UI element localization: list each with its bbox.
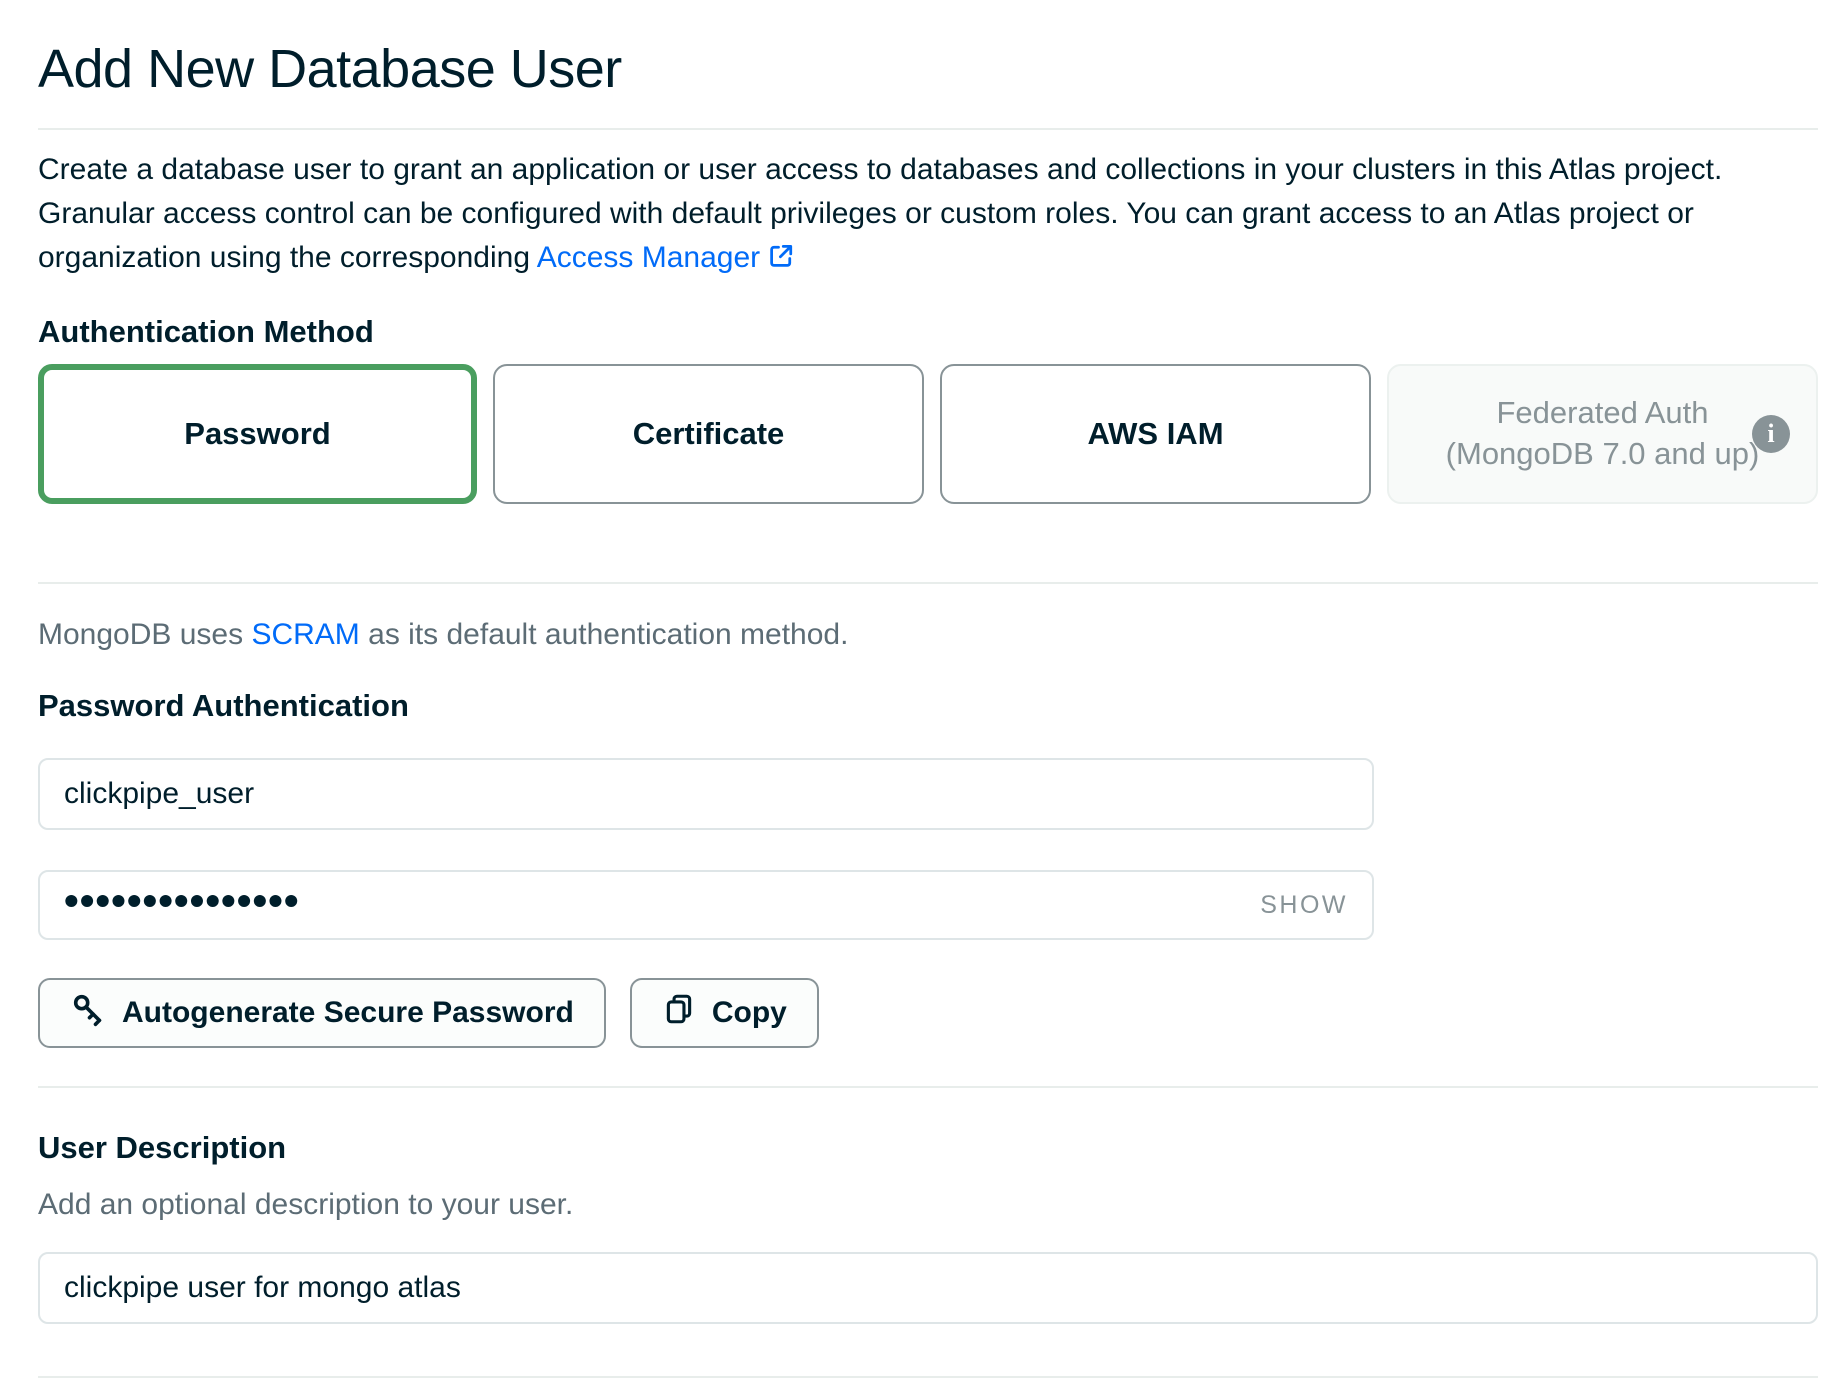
auth-option-password[interactable]: Password (38, 364, 477, 504)
password-auth-heading: Password Authentication (38, 688, 1818, 724)
auth-option-aws-iam[interactable]: AWS IAM (940, 364, 1371, 504)
external-link-icon (766, 240, 796, 284)
intro-paragraph: Create a database user to grant an appli… (38, 148, 1818, 284)
show-password-button[interactable]: SHOW (1260, 891, 1348, 920)
auth-option-sublabel: (MongoDB 7.0 and up) (1446, 434, 1760, 475)
autogenerate-password-button[interactable]: Autogenerate Secure Password (38, 978, 606, 1048)
section-divider (38, 1086, 1818, 1088)
add-database-user-panel: Add New Database User Create a database … (0, 0, 1846, 1378)
username-input[interactable] (38, 758, 1374, 830)
auth-option-certificate[interactable]: Certificate (493, 364, 924, 504)
auth-option-label: Federated Auth (1497, 393, 1709, 434)
title-divider (38, 128, 1818, 130)
access-manager-link[interactable]: Access Manager (537, 241, 760, 274)
user-description-heading: User Description (38, 1130, 1818, 1166)
password-input[interactable]: ••••••••••••••• SHOW (38, 870, 1374, 940)
scram-link[interactable]: SCRAM (251, 618, 359, 651)
section-divider (38, 582, 1818, 584)
key-icon (70, 991, 106, 1035)
info-icon[interactable]: i (1752, 415, 1790, 453)
copy-password-button[interactable]: Copy (630, 978, 819, 1048)
scram-note: MongoDB uses SCRAM as its default authen… (38, 618, 1818, 652)
password-actions: Autogenerate Secure Password Copy (38, 978, 1818, 1048)
auth-option-label: Password (184, 416, 330, 452)
auth-option-federated-auth: Federated Auth (MongoDB 7.0 and up) i (1387, 364, 1818, 504)
password-masked-value: ••••••••••••••• (64, 866, 300, 936)
auth-method-options: Password Certificate AWS IAM Federated A… (38, 364, 1818, 504)
user-description-input[interactable] (38, 1252, 1818, 1324)
auth-method-heading: Authentication Method (38, 314, 1818, 350)
auth-option-label: AWS IAM (1087, 416, 1223, 452)
copy-icon (662, 992, 696, 1034)
user-description-hint: Add an optional description to your user… (38, 1188, 1818, 1222)
autogenerate-label: Autogenerate Secure Password (122, 996, 574, 1030)
page-title: Add New Database User (38, 38, 1818, 100)
intro-text: Create a database user to grant an appli… (38, 153, 1722, 274)
auth-option-label: Certificate (633, 416, 785, 452)
copy-label: Copy (712, 996, 787, 1030)
